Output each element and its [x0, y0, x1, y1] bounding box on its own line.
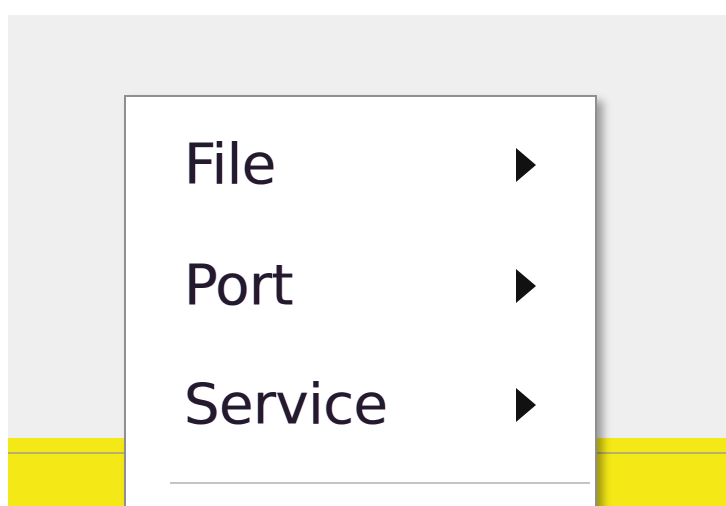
menu-item-port[interactable]: Port [126, 232, 595, 340]
menu-item-label: File [184, 132, 276, 198]
menu-separator [170, 482, 590, 484]
submenu-arrow-icon [516, 388, 536, 422]
menu-item-label: Port [184, 253, 294, 319]
context-menu: File Port Service [124, 95, 597, 506]
submenu-arrow-icon [516, 148, 536, 182]
menu-item-service[interactable]: Service [126, 351, 595, 459]
menu-item-label: Service [184, 372, 388, 438]
menu-item-file[interactable]: File [126, 111, 595, 219]
submenu-arrow-icon [516, 269, 536, 303]
screen: File Port Service [0, 0, 726, 506]
